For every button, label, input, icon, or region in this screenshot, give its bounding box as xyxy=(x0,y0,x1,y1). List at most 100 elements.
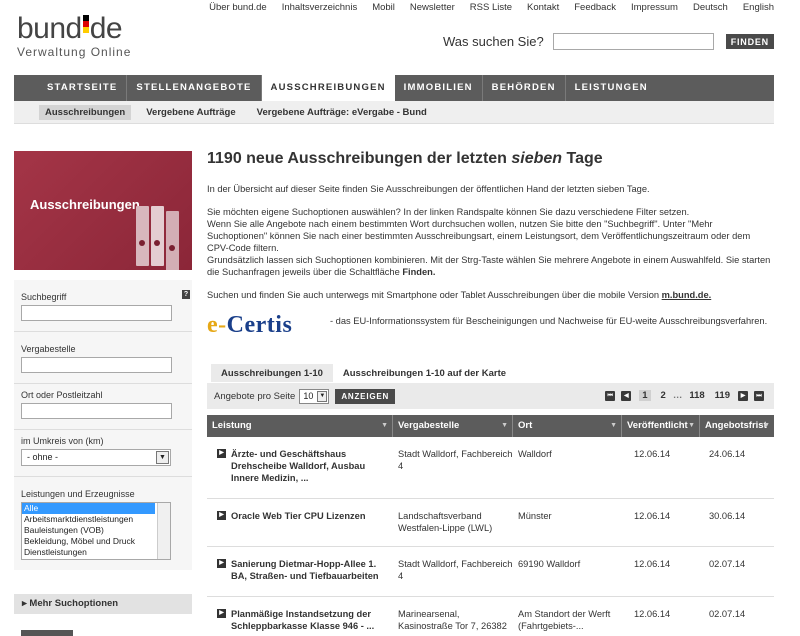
subnav-ausschreibungen[interactable]: Ausschreibungen xyxy=(39,104,132,120)
search-input[interactable] xyxy=(552,33,714,50)
logo-subtitle: Verwaltung Online xyxy=(17,45,132,59)
logo-left: bund xyxy=(17,12,82,45)
listbox-scrollbar[interactable] xyxy=(157,503,170,559)
vergabestelle-input[interactable] xyxy=(21,357,172,373)
page-link[interactable]: 118 xyxy=(689,390,704,401)
main-navigation: STARTSEITE STELLENANGEBOTE AUSSCHREIBUNG… xyxy=(14,75,774,101)
row-title[interactable]: Ärzte- und Geschäftshaus Drehscheibe Wal… xyxy=(231,448,387,498)
row-title[interactable]: Sanierung Dietmar-Hopp-Allee 1. BA, Stra… xyxy=(231,558,387,596)
row-deadline: 02.07.14 xyxy=(709,559,746,569)
table-header: Leistung ▼ Vergabestelle ▼ Ort ▼ Veröffentl… xyxy=(207,415,774,437)
sort-icon: ▼ xyxy=(610,422,617,429)
page-title: 1190 neue Ausschreibungen der letzten si… xyxy=(207,150,603,167)
umkreis-select[interactable]: - ohne - ▼ xyxy=(21,449,171,466)
col-angebotsfrist[interactable]: Angebotsfrist ▼ xyxy=(700,415,774,437)
table-row[interactable]: ▶ Oracle Web Tier CPU Lizenzen Landschaft… xyxy=(207,499,774,547)
page-link[interactable]: 2 xyxy=(661,390,666,401)
row-vergabestelle: Stadt Walldorf, Fachbereich 4 xyxy=(398,559,513,581)
toplink-kontakt[interactable]: Kontakt xyxy=(527,2,559,13)
toplink-deutsch[interactable]: Deutsch xyxy=(693,2,728,13)
toplink-english[interactable]: English xyxy=(743,2,774,13)
row-ort: 69190 Walldorf xyxy=(518,559,581,569)
last-page-icon[interactable]: ⏭ xyxy=(754,390,764,401)
nav-startseite[interactable]: STARTSEITE xyxy=(38,75,128,101)
leistungen-listbox[interactable]: Alle Arbeitsmarktdienstleistungen Baulei… xyxy=(21,502,171,560)
search-button[interactable]: FINDEN xyxy=(725,34,774,49)
ecertis-logo[interactable]: e-Certis xyxy=(207,312,330,339)
row-published: 12.06.14 xyxy=(634,559,671,569)
listbox-option[interactable]: Bekleidung, Möbel und Druck xyxy=(22,536,170,547)
page-link[interactable]: 119 xyxy=(715,390,730,401)
tab-list[interactable]: Ausschreibungen 1-10 xyxy=(211,364,333,382)
nav-ausschreibungen[interactable]: AUSSCHREIBUNGEN xyxy=(261,75,395,101)
toplink-mobil[interactable]: Mobil xyxy=(372,2,395,13)
flag-icon xyxy=(82,15,89,39)
page-current: 1 xyxy=(639,390,651,401)
mobile-link[interactable]: m.bund.de. xyxy=(662,290,712,300)
toplink-feedback[interactable]: Feedback xyxy=(574,2,616,13)
tab-map[interactable]: Ausschreibungen 1-10 auf der Karte xyxy=(333,364,516,382)
first-page-icon[interactable]: ⏮ xyxy=(605,390,616,401)
page-ellipsis: … xyxy=(672,390,683,401)
chevron-down-icon: ▼ xyxy=(156,451,169,464)
prev-page-icon[interactable]: ◀ xyxy=(621,390,632,401)
play-icon: ▶ xyxy=(217,449,226,458)
nav-stellenangebote[interactable]: STELLENANGEBOTE xyxy=(127,75,262,101)
row-deadline: 02.07.14 xyxy=(709,609,746,619)
row-published: 12.06.14 xyxy=(634,449,671,459)
listbox-option[interactable]: Alle xyxy=(22,503,155,514)
row-title[interactable]: Planmäßige Instandsetzung der Schleppbar… xyxy=(231,608,387,636)
binder-icon xyxy=(151,206,164,266)
col-ort[interactable]: Ort ▼ xyxy=(513,415,622,437)
row-title[interactable]: Oracle Web Tier CPU Lizenzen xyxy=(231,510,366,546)
listbox-option[interactable]: Arbeitsmarktdienstleistungen xyxy=(22,514,170,525)
row-ort: Münster xyxy=(518,511,552,521)
nav-behoerden[interactable]: BEHÖRDEN xyxy=(483,75,566,101)
listbox-option[interactable]: Dienstleistungen xyxy=(22,547,170,558)
more-options-toggle[interactable]: ▸ Mehr Suchoptionen xyxy=(14,594,192,614)
next-page-icon[interactable]: ▶ xyxy=(738,390,748,401)
umkreis-value: - ohne - xyxy=(27,452,59,462)
search-label: Was suchen Sie? xyxy=(443,34,544,49)
toplink-inhalt[interactable]: Inhaltsverzeichnis xyxy=(282,2,358,13)
ecertis-text: - das EU-Informationssystem für Beschein… xyxy=(330,316,768,326)
row-published: 12.06.14 xyxy=(634,609,671,619)
ort-label: Ort oder Postleitzahl xyxy=(21,390,103,400)
col-vergabestelle[interactable]: Vergabestelle ▼ xyxy=(393,415,513,437)
result-tabs: Ausschreibungen 1-10 Ausschreibungen 1-1… xyxy=(211,364,516,382)
top-links: Über bund.de Inhaltsverzeichnis Mobil Ne… xyxy=(194,2,774,13)
row-vergabestelle: Stadt Walldorf, Fachbereich 4 xyxy=(398,449,513,471)
table-row[interactable]: ▶ Sanierung Dietmar-Hopp-Allee 1. BA, Str… xyxy=(207,547,774,597)
col-leistung[interactable]: Leistung ▼ xyxy=(207,415,393,437)
toplink-impressum[interactable]: Impressum xyxy=(631,2,678,13)
site-search: Was suchen Sie? FINDEN xyxy=(443,33,774,50)
help-icon[interactable]: ? xyxy=(182,290,190,299)
toplink-rss[interactable]: RSS Liste xyxy=(470,2,512,13)
nav-immobilien[interactable]: IMMOBILIEN xyxy=(395,75,483,101)
row-vergabestelle: Marinearsenal, Kasinostraße Tor 7, 26382… xyxy=(398,609,507,636)
toplink-newsletter[interactable]: Newsletter xyxy=(410,2,455,13)
site-logo[interactable]: bund de Verwaltung Online xyxy=(17,12,132,60)
nav-leistungen[interactable]: LEISTUNGEN xyxy=(566,75,657,101)
per-page-select[interactable]: 10 ▼ xyxy=(299,388,330,404)
subnav-vergebene[interactable]: Vergebene Aufträge xyxy=(140,105,241,120)
table-row[interactable]: ▶ Planmäßige Instandsetzung der Schleppba… xyxy=(207,597,774,636)
toplink-ueber[interactable]: Über bund.de xyxy=(209,2,267,13)
sidebar-search-button[interactable] xyxy=(21,630,73,636)
table-row[interactable]: ▶ Ärzte- und Geschäftshaus Drehscheibe Wa… xyxy=(207,437,774,499)
logo-right: de xyxy=(89,12,123,45)
show-button[interactable]: ANZEIGEN xyxy=(335,388,396,404)
suchbegriff-input[interactable] xyxy=(21,305,172,321)
suchbegriff-label: Suchbegriff xyxy=(21,292,67,302)
ort-input[interactable] xyxy=(21,403,172,419)
sort-icon: ▼ xyxy=(688,422,695,429)
binder-icon xyxy=(136,206,149,266)
leistungen-label: Leistungen und Erzeugnisse xyxy=(21,489,135,499)
listbox-option[interactable]: Bauleistungen (VOB) xyxy=(22,525,170,536)
result-controls: Angebote pro Seite 10 ▼ ANZEIGEN ⏮ ◀ 1 2… xyxy=(207,383,774,409)
subnav-evergabe[interactable]: Vergebene Aufträge: eVergabe - Bund xyxy=(251,105,433,120)
play-icon: ▶ xyxy=(217,609,226,618)
col-veroeffentlicht[interactable]: Veröffentlicht ▼ xyxy=(622,415,700,437)
row-ort: Walldorf xyxy=(518,449,552,459)
help-text: Sie möchten eigene Suchoptionen auswähle… xyxy=(207,207,771,277)
